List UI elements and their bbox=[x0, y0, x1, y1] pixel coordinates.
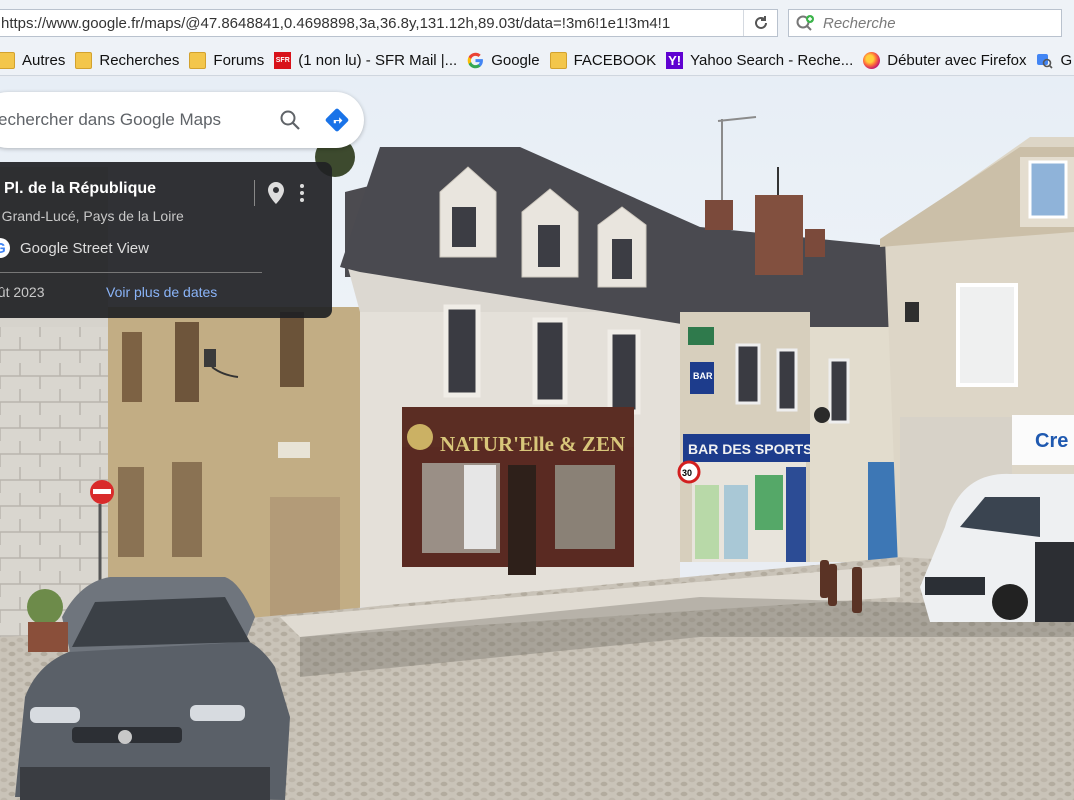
bookmark-sfr-mail[interactable]: SFR (1 non lu) - SFR Mail |... bbox=[274, 52, 457, 69]
maps-search-button[interactable] bbox=[270, 100, 310, 140]
google-icon bbox=[467, 52, 484, 69]
street-view-attribution: G Google Street View bbox=[0, 238, 149, 258]
more-dates-link[interactable]: Voir plus de dates bbox=[106, 284, 217, 300]
browser-search-placeholder[interactable]: Recherche bbox=[823, 15, 896, 32]
browser-toolbar: https://www.google.fr/maps/@47.8648841,0… bbox=[0, 0, 1074, 46]
maps-search-box bbox=[0, 92, 364, 148]
bookmark-google-search[interactable]: G bbox=[1036, 52, 1072, 69]
bar-sign: BAR DES SPORTS bbox=[688, 441, 812, 457]
bookmark-label: Yahoo Search - Reche... bbox=[690, 52, 854, 69]
maps-search-input[interactable] bbox=[0, 110, 270, 130]
bookmark-firefox[interactable]: Débuter avec Firefox bbox=[863, 52, 1026, 69]
sfr-icon: SFR bbox=[274, 52, 292, 69]
vertical-dots-icon bbox=[300, 184, 304, 202]
show-on-map-button[interactable] bbox=[266, 180, 286, 206]
bookmark-label: Google bbox=[491, 52, 540, 69]
card-divider bbox=[0, 272, 262, 273]
url-text[interactable]: https://www.google.fr/maps/@47.8648841,0… bbox=[0, 15, 743, 32]
place-title[interactable]: Pl. de la République bbox=[4, 180, 156, 198]
more-options-button[interactable] bbox=[292, 180, 312, 206]
bookmark-label: Recherches bbox=[99, 52, 180, 69]
capture-date: oût 2023 bbox=[0, 284, 45, 300]
bank-sign: Cre bbox=[1035, 430, 1068, 452]
bar-vertical-sign: BAR bbox=[693, 371, 713, 381]
folder-icon bbox=[549, 52, 567, 69]
reload-button[interactable] bbox=[743, 10, 777, 36]
url-bar[interactable]: https://www.google.fr/maps/@47.8648841,0… bbox=[0, 9, 778, 37]
bookmark-facebook[interactable]: FACEBOOK bbox=[549, 52, 657, 69]
bookmark-label: FACEBOOK bbox=[573, 52, 657, 69]
bookmark-google[interactable]: Google bbox=[467, 52, 540, 69]
bookmark-autres[interactable]: Autres bbox=[0, 52, 65, 69]
bookmark-label: G bbox=[1060, 52, 1073, 69]
location-pin-icon bbox=[268, 182, 284, 204]
folder-icon bbox=[75, 52, 93, 69]
bookmark-label: (1 non lu) - SFR Mail |... bbox=[298, 52, 458, 69]
place-info-card: Pl. de la République e Grand-Lucé, Pays … bbox=[0, 162, 332, 318]
place-address: e Grand-Lucé, Pays de la Loire bbox=[0, 208, 184, 224]
bookmark-label: Débuter avec Firefox bbox=[887, 52, 1027, 69]
google-search-icon bbox=[1037, 54, 1054, 69]
bookmark-yahoo[interactable]: Y! Yahoo Search - Reche... bbox=[666, 52, 853, 69]
search-icon bbox=[280, 110, 300, 130]
yahoo-icon: Y! bbox=[666, 52, 684, 69]
bookmark-label: Forums bbox=[213, 52, 265, 69]
bookmark-forums[interactable]: Forums bbox=[189, 52, 264, 69]
directions-button[interactable] bbox=[310, 100, 364, 140]
google-logo-icon: G bbox=[0, 238, 10, 258]
bookmarks-toolbar: Autres Recherches Forums SFR (1 non lu) … bbox=[0, 46, 1074, 76]
folder-icon bbox=[189, 52, 207, 69]
card-separator bbox=[254, 180, 255, 206]
street-view-label: Google Street View bbox=[20, 239, 149, 257]
firefox-icon bbox=[863, 52, 881, 69]
directions-icon bbox=[325, 108, 349, 132]
bookmark-recherches[interactable]: Recherches bbox=[75, 52, 179, 69]
shop-sign: NATUR'Elle & ZEN bbox=[440, 432, 625, 456]
folder-icon bbox=[0, 52, 15, 69]
browser-search-box[interactable]: Recherche bbox=[788, 9, 1062, 37]
speed-sign: 30 bbox=[682, 468, 692, 478]
reload-icon bbox=[754, 16, 767, 29]
search-engine-icon[interactable] bbox=[795, 14, 817, 32]
bookmark-label: Autres bbox=[22, 52, 66, 69]
